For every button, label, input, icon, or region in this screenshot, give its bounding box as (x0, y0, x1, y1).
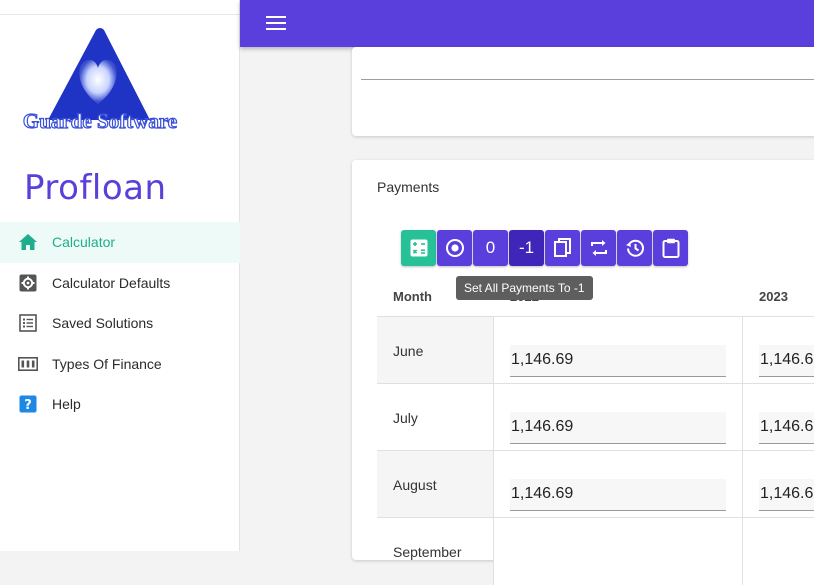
sidebar-item-label: Types Of Finance (52, 355, 162, 372)
app-bar (240, 0, 814, 47)
sidebar-item-types-of-finance[interactable]: Types Of Finance (0, 344, 240, 385)
month-label: August (393, 477, 437, 493)
sidebar: Guarde Software Profloan Calculator Calc… (0, 0, 240, 551)
calculate-button[interactable] (401, 230, 436, 266)
payment-cell: 1,146.69 (493, 317, 742, 384)
clipboard-icon (662, 238, 679, 258)
payments-toolbar: 0 -1 (401, 230, 688, 266)
sidebar-item-label: Calculator Defaults (52, 274, 171, 291)
month-label: September (393, 544, 462, 560)
copy-icon (553, 238, 571, 257)
sidebar-item-label: Saved Solutions (52, 315, 154, 332)
repeat-icon (590, 240, 607, 256)
clipboard-button[interactable] (653, 230, 688, 266)
list-icon (18, 313, 38, 333)
payment-cell: 1,146.69 (742, 451, 814, 518)
sidebar-item-calculator[interactable]: Calculator (0, 222, 240, 263)
app-name: Profloan (24, 168, 167, 208)
payment-cell: 1,146.69 (742, 384, 814, 451)
input-underline (361, 79, 814, 80)
column-header-month: Month (393, 289, 432, 304)
payment-input[interactable]: 1,146.69 (759, 479, 814, 511)
table-row: August 1,146.69 1,146.69 (377, 450, 814, 518)
sidebar-nav: Calculator Calculator Defaults Saved Sol… (0, 222, 240, 425)
menu-icon[interactable] (266, 15, 286, 31)
payment-cell: 1,146.69 (493, 384, 742, 451)
sidebar-item-help[interactable]: ? Help (0, 384, 240, 425)
sidebar-item-saved-solutions[interactable]: Saved Solutions (0, 303, 240, 344)
target-icon (445, 239, 464, 257)
month-label: June (393, 343, 424, 359)
payments-title: Payments (377, 179, 440, 195)
repeat-button[interactable] (581, 230, 616, 266)
payment-cell (493, 518, 742, 585)
history-icon (625, 239, 644, 257)
logo-text: Guarde Software (23, 109, 177, 133)
calculator-icon (410, 239, 427, 257)
set-minus-one-button[interactable]: -1 (509, 230, 544, 266)
home-icon (18, 232, 38, 252)
target-button[interactable] (437, 230, 472, 266)
svg-text:?: ? (24, 398, 32, 413)
payment-input[interactable]: 1,146.69 (510, 412, 726, 444)
finance-icon (18, 354, 38, 374)
payments-card: Payments 0 -1 Month 2022 2023 June 1,146 (352, 160, 814, 585)
guarde-software-logo: Guarde Software (22, 28, 178, 134)
table-row: June 1,146.69 1,146.69 (377, 316, 814, 384)
month-label: July (393, 410, 418, 426)
sidebar-item-calculator-defaults[interactable]: Calculator Defaults (0, 263, 240, 304)
payment-cell: 1,146.69 (493, 451, 742, 518)
previous-section-card (352, 47, 814, 136)
sidebar-item-label: Calculator (52, 234, 116, 251)
set-zero-button[interactable]: 0 (473, 230, 508, 266)
sidebar-divider (0, 14, 240, 15)
table-row: July 1,146.69 1,146.69 (377, 383, 814, 451)
payment-input[interactable]: 1,146.69 (759, 345, 814, 377)
column-header-year: 2023 (759, 289, 788, 304)
gear-icon (18, 273, 38, 293)
copy-button[interactable] (545, 230, 580, 266)
payment-cell: 1,146.69 (742, 317, 814, 384)
payment-cell (742, 518, 814, 585)
help-icon: ? (18, 394, 38, 414)
payment-input[interactable]: 1,146.69 (510, 479, 726, 511)
history-button[interactable] (617, 230, 652, 266)
payment-input[interactable]: 1,146.69 (510, 345, 726, 377)
payment-input[interactable]: 1,146.69 (759, 412, 814, 444)
sidebar-item-label: Help (52, 396, 81, 413)
tooltip: Set All Payments To -1 (456, 276, 593, 300)
